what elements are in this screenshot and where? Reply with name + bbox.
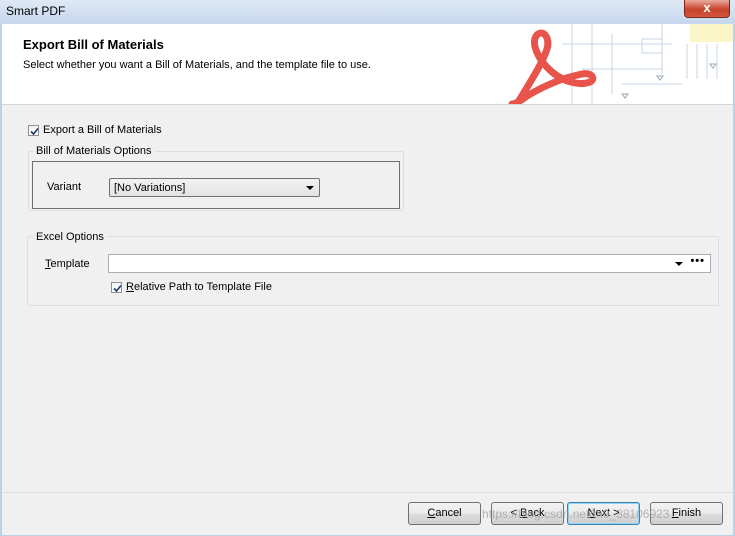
page-title: Export Bill of Materials <box>23 37 164 52</box>
template-dropdown-chevron-icon[interactable] <box>675 262 683 266</box>
close-icon: x <box>703 0 711 15</box>
title-bar[interactable]: Smart PDF x <box>0 0 735 24</box>
page-subtitle: Select whether you want a Bill of Materi… <box>23 59 371 71</box>
excel-options-title: Excel Options <box>33 231 107 243</box>
excel-options-group: Excel Options Template ••• Relative Path… <box>27 231 719 306</box>
relative-path-checkbox[interactable] <box>111 281 122 293</box>
wizard-client-area: Export Bill of Materials Select whether … <box>2 24 733 535</box>
template-label: Template <box>45 258 90 270</box>
wizard-footer: Cancel < Back Next > Finish https://blog… <box>2 492 733 535</box>
chevron-down-icon <box>306 186 314 190</box>
variant-select[interactable]: [No Variations] <box>109 178 320 197</box>
relative-path-checkbox-row[interactable]: Relative Path to Template File <box>111 281 272 293</box>
watermark-text: https://blog.csdn.net/m0_38106923 <box>482 507 670 521</box>
export-bom-checkbox[interactable] <box>28 124 39 136</box>
close-button[interactable]: x <box>684 0 730 18</box>
variant-select-value: [No Variations] <box>114 182 186 194</box>
smart-pdf-window: Smart PDF x Export Bill of Materials Sel… <box>0 0 735 536</box>
acrobat-logo-icon <box>472 24 733 104</box>
relative-path-label: Relative Path to Template File <box>126 281 272 293</box>
template-combobox[interactable]: ••• <box>108 254 711 273</box>
window-title: Smart PDF <box>6 4 66 18</box>
variant-label: Variant <box>47 181 82 193</box>
cancel-button[interactable]: Cancel <box>408 502 481 525</box>
export-bom-checkbox-row[interactable]: Export a Bill of Materials <box>28 124 162 136</box>
browse-ellipsis-icon[interactable]: ••• <box>690 255 705 267</box>
bom-options-frame: Variant [No Variations] <box>32 161 400 209</box>
export-bom-label: Export a Bill of Materials <box>43 124 162 136</box>
bom-options-group: Bill of Materials Options Variant [No Va… <box>28 145 404 211</box>
bom-options-title: Bill of Materials Options <box>33 145 155 157</box>
wizard-header: Export Bill of Materials Select whether … <box>2 24 733 105</box>
